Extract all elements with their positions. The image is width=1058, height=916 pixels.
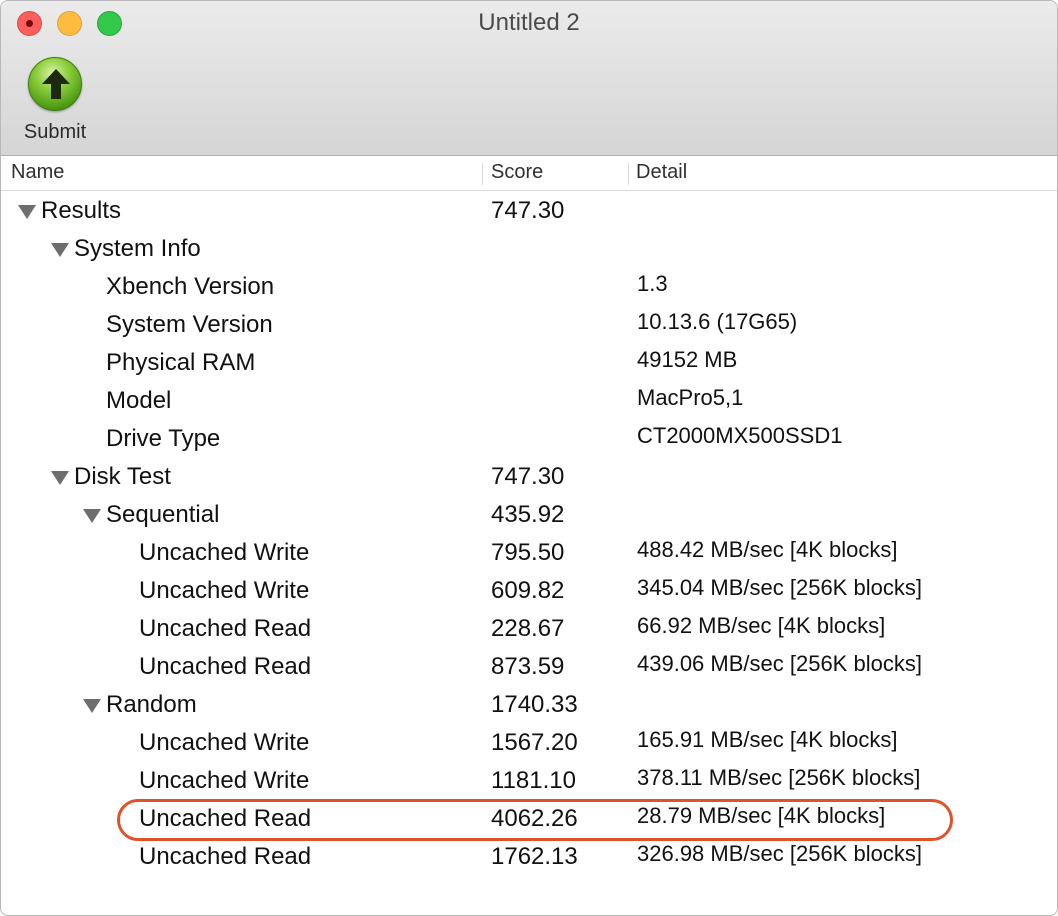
window-title: Untitled 2 <box>478 9 580 36</box>
outline-row[interactable]: Physical RAM 49152 MB <box>1 345 1057 383</box>
row-score: 1740.33 <box>491 691 578 718</box>
submit-label: Submit <box>23 121 87 143</box>
title-bar: Untitled 2 Submit <box>1 1 1057 156</box>
outline-row[interactable]: Uncached Read 1762.13 326.98 MB/sec [256K … <box>1 839 1057 877</box>
row-name: Sequential <box>106 501 220 528</box>
outline-row[interactable]: System Version 10.13.6 (17G65) <box>1 307 1057 345</box>
row-name: Random <box>106 691 197 718</box>
outline-row[interactable]: Drive Type CT2000MX500SSD1 <box>1 421 1057 459</box>
row-name: Xbench Version <box>106 273 275 300</box>
row-detail: 165.91 MB/sec [4K blocks] <box>637 727 898 752</box>
row-score: 228.67 <box>491 615 565 642</box>
row-name: Uncached Read <box>139 843 312 870</box>
row-name: System Version <box>106 311 273 338</box>
outline-header: Name Score Detail <box>1 157 1057 191</box>
row-detail: 326.98 MB/sec [256K blocks] <box>637 841 922 866</box>
outline-row[interactable]: Results 747.30 <box>1 193 1057 231</box>
row-name: Drive Type <box>106 425 221 452</box>
row-score: 873.59 <box>491 653 565 680</box>
disclosure-triangle-icon[interactable] <box>51 471 69 485</box>
green-up-arrow-icon <box>28 57 82 111</box>
row-detail: 1.3 <box>637 271 668 296</box>
row-detail: 66.92 MB/sec [4K blocks] <box>637 613 886 638</box>
row-name: Uncached Write <box>139 729 310 756</box>
row-detail: 439.06 MB/sec [256K blocks] <box>637 651 922 676</box>
row-score: 435.92 <box>491 501 565 528</box>
outline-row[interactable]: Uncached Write 795.50 488.42 MB/sec [4K bl… <box>1 535 1057 573</box>
row-name: Uncached Read <box>139 615 312 642</box>
outline-row[interactable]: System Info <box>1 231 1057 269</box>
outline-row[interactable]: Uncached Write 609.82 345.04 MB/sec [256K … <box>1 573 1057 611</box>
column-header-name[interactable]: Name <box>11 161 64 184</box>
disclosure-triangle-icon[interactable] <box>83 509 101 523</box>
outline-row[interactable]: Uncached Read 873.59 439.06 MB/sec [256K b… <box>1 649 1057 687</box>
row-name: Uncached Write <box>139 577 310 604</box>
row-name: Uncached Write <box>139 767 310 794</box>
disclosure-triangle-icon[interactable] <box>51 243 69 257</box>
row-detail: 345.04 MB/sec [256K blocks] <box>637 575 922 600</box>
row-score: 1181.10 <box>491 767 576 794</box>
row-score: 795.50 <box>491 539 565 566</box>
outline-row[interactable]: Uncached Write 1567.20 165.91 MB/sec [4K b… <box>1 725 1057 763</box>
column-header-detail[interactable]: Detail <box>636 161 687 184</box>
row-name: Uncached Read <box>139 805 312 832</box>
row-name: Uncached Write <box>139 539 310 566</box>
submit-button[interactable]: Submit <box>13 55 97 151</box>
outline-row[interactable]: Sequential 435.92 <box>1 497 1057 535</box>
row-name: Model <box>106 387 172 414</box>
outline-row[interactable]: Uncached Read 4062.26 28.79 MB/sec [4K blo… <box>1 801 1057 839</box>
outline-row[interactable]: Random 1740.33 <box>1 687 1057 725</box>
app-window: Untitled 2 Submit Name Score Detail Resu… <box>0 0 1058 916</box>
row-name: Physical RAM <box>106 349 256 376</box>
row-detail: 28.79 MB/sec [4K blocks] <box>637 803 886 828</box>
row-score: 747.30 <box>491 463 565 490</box>
row-name: Results <box>41 197 122 224</box>
row-detail: 49152 MB <box>637 347 738 372</box>
row-detail: CT2000MX500SSD1 <box>637 423 843 448</box>
row-score: 1762.13 <box>491 843 578 870</box>
row-detail: MacPro5,1 <box>637 385 744 410</box>
row-name: Disk Test <box>74 463 171 490</box>
row-score: 609.82 <box>491 577 565 604</box>
row-detail: 10.13.6 (17G65) <box>637 309 798 334</box>
outline-row[interactable]: Uncached Read 228.67 66.92 MB/sec [4K bloc… <box>1 611 1057 649</box>
column-header-score[interactable]: Score <box>491 161 543 184</box>
column-divider[interactable] <box>628 163 629 185</box>
outline-row[interactable]: Model MacPro5,1 <box>1 383 1057 421</box>
row-name: System Info <box>74 235 201 262</box>
row-score: 4062.26 <box>491 805 578 832</box>
row-name: Uncached Read <box>139 653 312 680</box>
disclosure-triangle-icon[interactable] <box>83 699 101 713</box>
column-divider[interactable] <box>482 163 483 185</box>
outline-row[interactable]: Uncached Write 1181.10 378.11 MB/sec [256K… <box>1 763 1057 801</box>
row-score: 747.30 <box>491 197 565 224</box>
disclosure-triangle-icon[interactable] <box>18 205 36 219</box>
outline-row[interactable]: Disk Test 747.30 <box>1 459 1057 497</box>
results-outline: Results 747.30 System Info Xbench Version 1.… <box>1 193 1057 877</box>
row-detail: 378.11 MB/sec [256K blocks] <box>637 765 921 790</box>
row-score: 1567.20 <box>491 729 578 756</box>
row-detail: 488.42 MB/sec [4K blocks] <box>637 537 898 562</box>
outline-row[interactable]: Xbench Version 1.3 <box>1 269 1057 307</box>
